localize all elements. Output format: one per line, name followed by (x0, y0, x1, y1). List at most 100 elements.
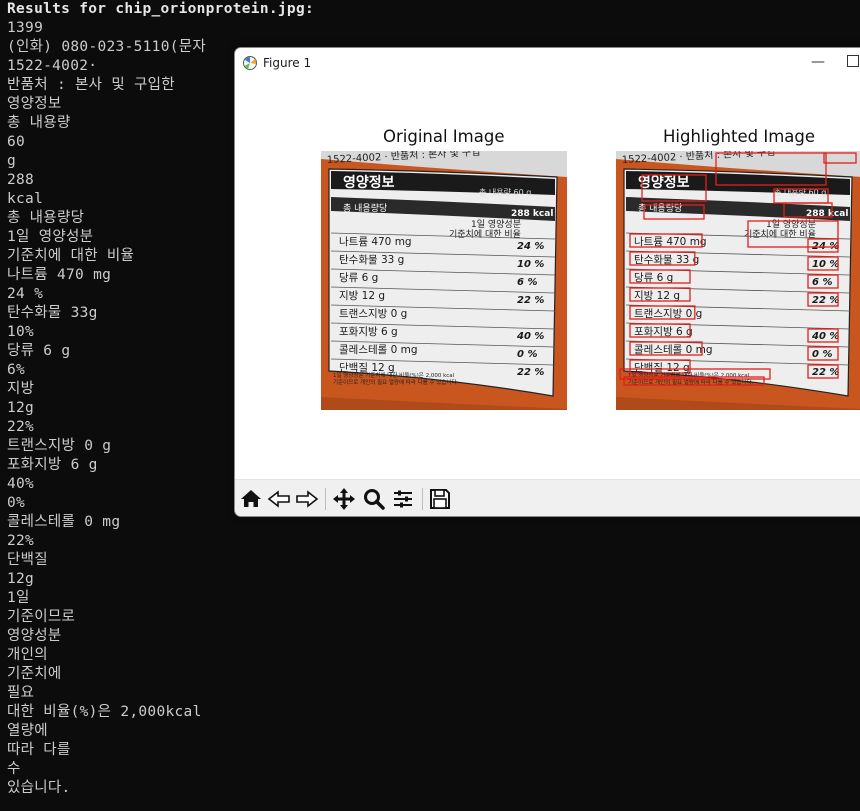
terminal-line: 영양정보 (7, 96, 62, 112)
terminal-line: 60 (7, 134, 26, 150)
label-footnote: 기준이므로 개인의 필요 열량에 따라 다를 수 있습니다. (333, 378, 459, 386)
terminal-line: 탄수화물 33g (7, 305, 98, 321)
label-row-name: 포화지방 6 g (339, 326, 398, 338)
label-row-pct: 40 % (516, 331, 544, 342)
label-row-name: 나트륨 470 mg (339, 236, 412, 248)
save-icon[interactable] (426, 485, 454, 513)
label-footnote: 1일 영양성분 기준치에 대한 비율(%)은 2,000 kcal (333, 371, 455, 379)
terminal-line: 지방 (7, 381, 35, 397)
maximize-button[interactable] (847, 55, 859, 67)
figure-window[interactable]: Figure 1 — Original Image Highlighted Im… (234, 47, 860, 517)
terminal-line: 12g (7, 571, 35, 587)
terminal-line: 기준치에 대한 비율 (7, 248, 135, 264)
forward-icon[interactable] (293, 485, 321, 513)
label-footnote: 1일 영양성분 기준치에 대한 비율(%)은 2,000 kcal (628, 371, 750, 379)
terminal-line: 0% (7, 495, 26, 511)
terminal-line: 기준치에 (7, 666, 62, 682)
toolbar-separator (422, 488, 423, 510)
label-row-pct: 6 % (812, 277, 832, 288)
terminal-line: (인화) 080-023-5110(문자 (7, 39, 207, 55)
terminal-line: 1399 (7, 20, 44, 36)
terminal-line: kcal (7, 191, 44, 207)
label-row-name: 트랜스지방 0 g (339, 308, 407, 320)
terminal-line: Results for chip_orionprotein.jpg: (7, 1, 315, 17)
terminal-line: 12g (7, 400, 35, 416)
terminal-line: 단백질 (7, 552, 48, 568)
terminal-line: 트랜스지방 0 g (7, 438, 112, 454)
terminal-line: g (7, 153, 17, 169)
label-row-pct: 22 % (517, 295, 544, 306)
home-icon[interactable] (237, 485, 265, 513)
terminal-line: 288 (7, 172, 35, 188)
terminal-line: 따라 다를 (7, 742, 71, 758)
label-heading: 영양정보 (638, 174, 690, 191)
label-daily-ref2: 기준치에 대한 비율 (449, 228, 521, 240)
terminal-line: 수 (7, 761, 21, 777)
label-row-pct: 10 % (517, 259, 544, 270)
terminal-line: 22% (7, 419, 35, 435)
terminal-line: 총 내용량 (7, 115, 71, 131)
axes-title-original: Original Image (383, 127, 505, 146)
label-row-name: 트랜스지방 0 g (634, 308, 702, 320)
terminal-line: 1522-4002· (7, 58, 98, 74)
terminal-line: 개인의 (7, 647, 48, 663)
terminal-line: 10% (7, 324, 35, 340)
label-total-amount: 총 내용량 60 g (479, 187, 531, 197)
highlighted-image: 1522-4002 · 반품처 : 본사 및 구입 영양정보 총 내용량 60 g총… (616, 151, 860, 410)
matplotlib-app-icon (243, 56, 257, 70)
label-row-pct: 22 % (812, 367, 839, 378)
figure-canvas[interactable]: Original Image Highlighted Image 1522-40… (235, 78, 860, 479)
label-row-name: 탄수화물 33 g (339, 254, 404, 266)
label-row-pct: 40 % (811, 331, 839, 342)
label-row-pct: 0 % (812, 349, 832, 360)
label-row-pct: 24 % (517, 241, 544, 252)
zoom-icon[interactable] (360, 485, 388, 513)
terminal-line: 포화지방 6 g (7, 457, 98, 473)
label-kcal: 288 kcal (511, 209, 553, 219)
title-bar[interactable]: Figure 1 — (235, 48, 860, 78)
label-row-pct: 6 % (517, 277, 537, 288)
label-row-pct: 22 % (812, 295, 839, 306)
terminal-line: 24 % (7, 286, 44, 302)
label-row-name: 당류 6 g (634, 272, 673, 284)
terminal-line: 콜레스테롤 0 mg (7, 514, 121, 530)
window-title: Figure 1 (263, 56, 312, 70)
label-row-pct: 10 % (812, 259, 839, 270)
terminal-line: 영양성분 (7, 628, 62, 644)
terminal-line: 열량에 (7, 723, 48, 739)
label-row-name: 탄수화물 33 g (634, 254, 699, 266)
label-row-name: 콜레스테롤 0 mg (634, 344, 713, 356)
terminal-line: 대한 비율(%)은 2,000kcal (7, 704, 202, 720)
terminal-line: 6% (7, 362, 26, 378)
terminal-line: 있습니다. (7, 780, 71, 796)
terminal-line: 당류 6 g (7, 343, 71, 359)
axes-title-highlighted: Highlighted Image (663, 127, 816, 146)
terminal-line: 기준이므로 (7, 609, 76, 625)
terminal-line: 나트륨 470 mg (7, 267, 112, 283)
label-row-pct: 22 % (517, 367, 544, 378)
label-row-name: 지방 12 g (339, 290, 385, 302)
label-daily-ref: 1일 영양성분 (471, 219, 521, 230)
terminal-line: 1일 영양성분 (7, 229, 94, 245)
toolbar-separator (325, 488, 326, 510)
terminal-line: 총 내용량당 (7, 210, 85, 226)
minimize-button[interactable]: — (803, 48, 833, 78)
terminal-line: 22% (7, 533, 35, 549)
label-daily-ref2: 기준치에 대한 비율 (744, 228, 816, 240)
original-image: 1522-4002 · 반품처 : 본사 및 구입 영양정보 총 내용량 60 g총… (321, 151, 567, 410)
label-per-total: 총 내용량당 (343, 202, 387, 214)
label-row-pct: 0 % (517, 349, 537, 360)
terminal-line: 필요 (7, 685, 35, 701)
terminal-line: 1일 (7, 590, 30, 606)
pan-icon[interactable] (330, 485, 358, 513)
label-row-name: 지방 12 g (634, 290, 680, 302)
navigation-toolbar (235, 479, 860, 516)
label-row-name: 나트륨 470 mg (634, 236, 707, 248)
terminal-line: 반품처 : 본사 및 구입한 (7, 77, 175, 93)
label-row-name: 포화지방 6 g (634, 326, 693, 338)
label-row-name: 당류 6 g (339, 272, 378, 284)
label-heading: 영양정보 (343, 174, 395, 191)
back-icon[interactable] (265, 485, 293, 513)
terminal-line: 40% (7, 476, 35, 492)
configure-icon[interactable] (389, 485, 417, 513)
